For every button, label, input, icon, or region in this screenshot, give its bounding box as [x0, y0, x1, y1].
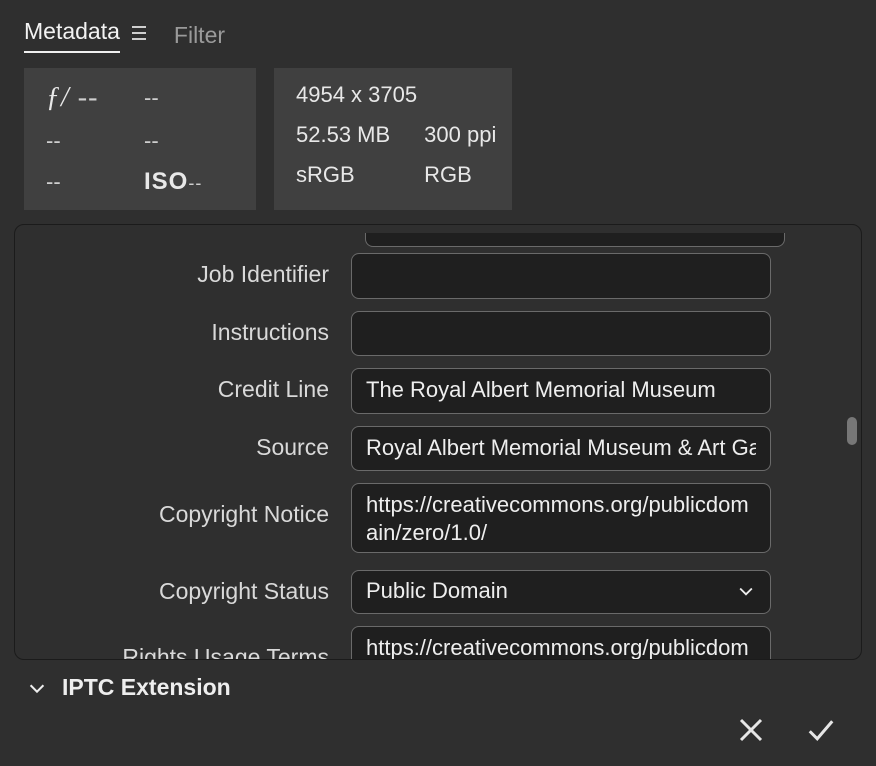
tab-menu-icon[interactable]	[132, 26, 146, 40]
dimensions-value: 4954 x 3705	[296, 82, 496, 108]
rights-usage-terms-input[interactable]: https://creativecommons.org/publicdomain…	[351, 626, 771, 660]
source-input[interactable]	[351, 426, 771, 472]
copyright-notice-input[interactable]: https://creativecommons.org/publicdomain…	[351, 483, 771, 553]
chevron-down-icon	[26, 677, 48, 699]
shutter-value: --	[144, 85, 234, 111]
focal-value: --	[46, 169, 136, 195]
tabs: Metadata Filter	[0, 0, 876, 54]
color-mode-value: RGB	[424, 162, 496, 188]
file-info-card: 4954 x 3705 52.53 MB 300 ppi sRGB RGB	[274, 68, 512, 210]
job-identifier-input[interactable]	[351, 253, 771, 299]
iso-value: ISO--	[144, 168, 234, 196]
camera-info-card: ƒ/ -- -- -- -- -- ISO--	[24, 68, 256, 210]
metadata-panel: Metadata Filter ƒ/ -- -- -- -- -- ISO-- …	[0, 0, 876, 766]
copyright-status-select[interactable]: Public Domain	[351, 570, 771, 614]
previous-field-stub[interactable]	[365, 233, 785, 247]
tab-filter[interactable]: Filter	[174, 22, 225, 49]
instructions-input[interactable]	[351, 311, 771, 357]
job-identifier-label: Job Identifier	[51, 253, 351, 288]
tab-filter-label: Filter	[174, 22, 225, 49]
info-row: ƒ/ -- -- -- -- -- ISO-- 4954 x 3705 52.5…	[0, 54, 876, 224]
filesize-value: 52.53 MB	[296, 122, 390, 148]
flash-value: --	[144, 128, 234, 154]
copyright-status-value: Public Domain	[366, 578, 508, 604]
iptc-extension-label: IPTC Extension	[62, 674, 231, 701]
confirm-button[interactable]	[806, 715, 836, 745]
credit-line-input[interactable]	[351, 368, 771, 414]
scrollbar-thumb[interactable]	[847, 417, 857, 445]
chevron-down-icon	[736, 581, 756, 601]
cancel-button[interactable]	[736, 715, 766, 745]
footer-actions	[0, 710, 876, 766]
aperture-value: ƒ/ --	[46, 82, 136, 114]
copyright-status-label: Copyright Status	[51, 570, 351, 605]
source-label: Source	[51, 426, 351, 461]
rights-usage-terms-label: Rights Usage Terms	[51, 626, 351, 660]
tab-metadata[interactable]: Metadata	[24, 18, 146, 53]
instructions-label: Instructions	[51, 311, 351, 346]
color-profile-value: sRGB	[296, 162, 390, 188]
tab-metadata-label: Metadata	[24, 18, 120, 53]
resolution-value: 300 ppi	[424, 122, 496, 148]
metadata-fields-area: Job Identifier Instructions Credit Line …	[14, 224, 862, 660]
ev-value: --	[46, 128, 136, 154]
credit-line-label: Credit Line	[51, 368, 351, 403]
copyright-notice-label: Copyright Notice	[51, 483, 351, 528]
iptc-extension-header[interactable]: IPTC Extension	[0, 660, 876, 701]
